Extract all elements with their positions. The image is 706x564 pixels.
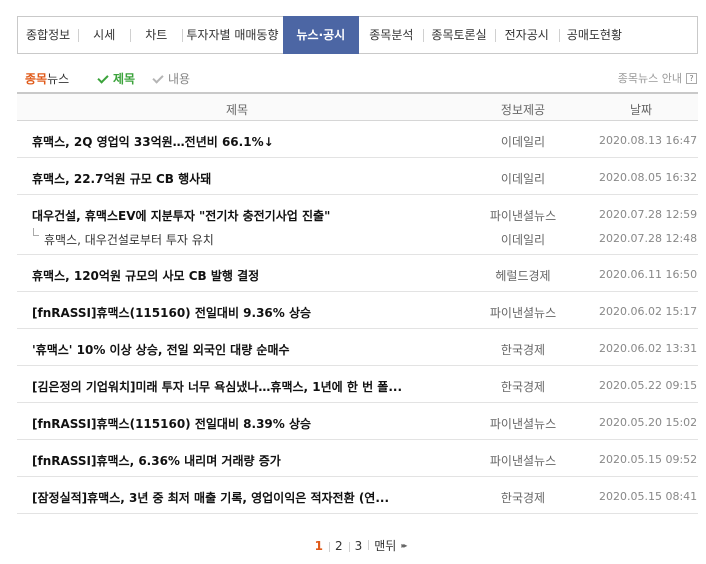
tab-6[interactable]: 종목토론실 xyxy=(423,17,494,53)
section-title-rest: 뉴스 xyxy=(47,72,70,86)
news-source: 이데일리 xyxy=(500,172,546,186)
filter-title-label: 제목 xyxy=(113,72,136,86)
tab-8[interactable]: 공매도현황 xyxy=(558,17,630,53)
news-date: 2020.06.11 16:50 xyxy=(599,268,698,281)
news-guide-link[interactable]: 종목뉴스 안내 ? xyxy=(618,70,697,86)
news-source: 한국경제 xyxy=(500,343,546,357)
tab-5[interactable]: 종목분석 xyxy=(359,17,423,53)
news-source: 헤럴드경제 xyxy=(495,269,551,283)
news-guide-label: 종목뉴스 안내 xyxy=(617,72,682,85)
tab-4[interactable]: 뉴스·공시 xyxy=(282,16,360,54)
column-header-source: 정보제공 xyxy=(500,103,546,117)
related-news-source: 이데일리 xyxy=(500,233,546,247)
table-row: [fnRASSI]휴맥스(115160) 전일대비 9.36% 상승 파이낸셜뉴스… xyxy=(17,292,698,329)
news-date: 2020.08.13 16:47 xyxy=(599,134,698,147)
news-date: 2020.05.15 08:41 xyxy=(599,490,698,503)
related-news-date: 2020.07.28 12:48 xyxy=(599,232,698,245)
filter-title-toggle[interactable]: 제목 xyxy=(97,70,135,87)
tab-2[interactable]: 차트 xyxy=(130,17,182,53)
news-date: 2020.08.05 16:32 xyxy=(599,171,698,184)
news-source: 파이낸셜뉴스 xyxy=(489,454,557,468)
news-title-link[interactable]: [fnRASSI]휴맥스, 6.36% 내리며 거래량 증가 xyxy=(32,452,281,469)
tab-0[interactable]: 종합정보 xyxy=(18,17,78,53)
news-date: 2020.05.20 15:02 xyxy=(599,416,698,429)
news-title-link[interactable]: [fnRASSI]휴맥스(115160) 전일대비 8.39% 상승 xyxy=(32,415,311,432)
filter-content-label: 내용 xyxy=(168,72,191,86)
table-header: 제목 정보제공 날짜 xyxy=(17,92,698,121)
news-source: 파이낸셜뉴스 xyxy=(489,209,557,223)
column-header-date: 날짜 xyxy=(629,103,653,117)
news-title-link[interactable]: 휴맥스, 120억원 규모의 사모 CB 발행 결정 xyxy=(32,267,259,284)
table-row: '휴맥스' 10% 이상 상승, 전일 외국인 대량 순매수 한국경제 2020.0… xyxy=(17,329,698,366)
table-row: [fnRASSI]휴맥스(115160) 전일대비 8.39% 상승 파이낸셜뉴스… xyxy=(17,403,698,440)
tab-1[interactable]: 시세 xyxy=(78,17,130,53)
page-link-2[interactable]: 2 xyxy=(328,539,349,553)
pagination-links: 1 2 3 맨뒤 ▸▸ xyxy=(309,537,408,554)
news-source: 파이낸셜뉴스 xyxy=(489,306,557,320)
news-title-link[interactable]: 대우건설, 휴맥스EV에 지분투자 "전기차 충전기사업 진출" xyxy=(32,207,330,224)
news-source: 한국경제 xyxy=(500,380,546,394)
check-icon xyxy=(97,73,109,85)
news-filter-bar: 종목뉴스 제목 내용 종목뉴스 안내 ? xyxy=(25,70,697,86)
tab-7[interactable]: 전자공시 xyxy=(494,17,559,53)
table-row: 휴맥스, 120억원 규모의 사모 CB 발행 결정 헤럴드경제 2020.06.1… xyxy=(17,255,698,292)
last-page-link[interactable]: 맨뒤 ▸▸ xyxy=(368,537,407,554)
news-title-link[interactable]: 휴맥스, 22.7억원 규모 CB 행사돼 xyxy=(32,170,211,187)
table-row: [fnRASSI]휴맥스, 6.36% 내리며 거래량 증가 파이낸셜뉴스 2020… xyxy=(17,440,698,477)
table-row: 휴맥스, 2Q 영업익 33억원…전년비 66.1%↓ 이데일리 2020.08.1… xyxy=(17,121,698,158)
related-news-title-link[interactable]: 휴맥스, 대우건설로부터 투자 유치 xyxy=(44,231,214,248)
news-title-link[interactable]: [잠정실적]휴맥스, 3년 중 최저 매출 기록, 영업이익은 적자전환 (연.… xyxy=(32,489,389,506)
help-icon: ? xyxy=(686,72,697,84)
table-body: 휴맥스, 2Q 영업익 33억원…전년비 66.1%↓ 이데일리 2020.08.1… xyxy=(17,121,698,514)
news-date: 2020.07.28 12:59 xyxy=(599,208,698,221)
news-title-link[interactable]: '휴맥스' 10% 이상 상승, 전일 외국인 대량 순매수 xyxy=(32,341,290,358)
section-title-accent: 종목 xyxy=(25,72,48,86)
stock-menu-tabs: 종합정보 시세 차트 투자자별 매매동향 뉴스·공시 종목분석 종목토론실 전자공시 공매도현황 xyxy=(17,16,698,54)
news-table: 제목 정보제공 날짜 휴맥스, 2Q 영업익 33억원…전년비 66.1%↓ 이데… xyxy=(17,92,698,514)
last-page-label: 맨뒤 xyxy=(374,539,397,553)
related-news: 휴맥스, 대우건설로부터 투자 유치 이데일리 2020.07.28 12:48 xyxy=(17,228,698,251)
filter-content-toggle[interactable]: 내용 xyxy=(152,70,190,87)
news-date: 2020.06.02 15:17 xyxy=(599,305,698,318)
news-source: 이데일리 xyxy=(500,135,546,149)
news-date: 2020.05.15 09:52 xyxy=(599,453,698,466)
news-source: 한국경제 xyxy=(500,491,546,505)
news-title-link[interactable]: [김은정의 기업워치]미래 투자 너무 욕심냈나…휴맥스, 1년에 한 번 폴.… xyxy=(32,378,402,395)
check-icon xyxy=(152,73,164,85)
table-row: 휴맥스, 22.7억원 규모 CB 행사돼 이데일리 2020.08.05 16:3… xyxy=(17,158,698,195)
table-row: 대우건설, 휴맥스EV에 지분투자 "전기차 충전기사업 진출" 파이낸셜뉴스 20… xyxy=(17,195,698,255)
news-date: 2020.06.02 13:31 xyxy=(599,342,698,355)
reply-arrow-icon xyxy=(33,228,39,236)
table-row: [잠정실적]휴맥스, 3년 중 최저 매출 기록, 영업이익은 적자전환 (연.… xyxy=(17,477,698,514)
news-source: 파이낸셜뉴스 xyxy=(489,417,557,431)
double-chevron-right-icon: ▸▸ xyxy=(401,541,407,550)
pagination: 1 2 3 맨뒤 ▸▸ xyxy=(0,537,706,555)
page-link-3[interactable]: 3 xyxy=(348,539,369,553)
news-title-link[interactable]: 휴맥스, 2Q 영업익 33억원…전년비 66.1%↓ xyxy=(32,133,274,150)
news-date: 2020.05.22 09:15 xyxy=(599,379,698,392)
page-link-1[interactable]: 1 xyxy=(309,539,329,553)
news-title-link[interactable]: [fnRASSI]휴맥스(115160) 전일대비 9.36% 상승 xyxy=(32,304,311,321)
column-header-title: 제목 xyxy=(225,103,249,117)
table-row: [김은정의 기업워치]미래 투자 너무 욕심냈나…휴맥스, 1년에 한 번 폴.… xyxy=(17,366,698,403)
tab-3[interactable]: 투자자별 매매동향 xyxy=(182,17,282,53)
section-title: 종목뉴스 xyxy=(25,70,69,87)
